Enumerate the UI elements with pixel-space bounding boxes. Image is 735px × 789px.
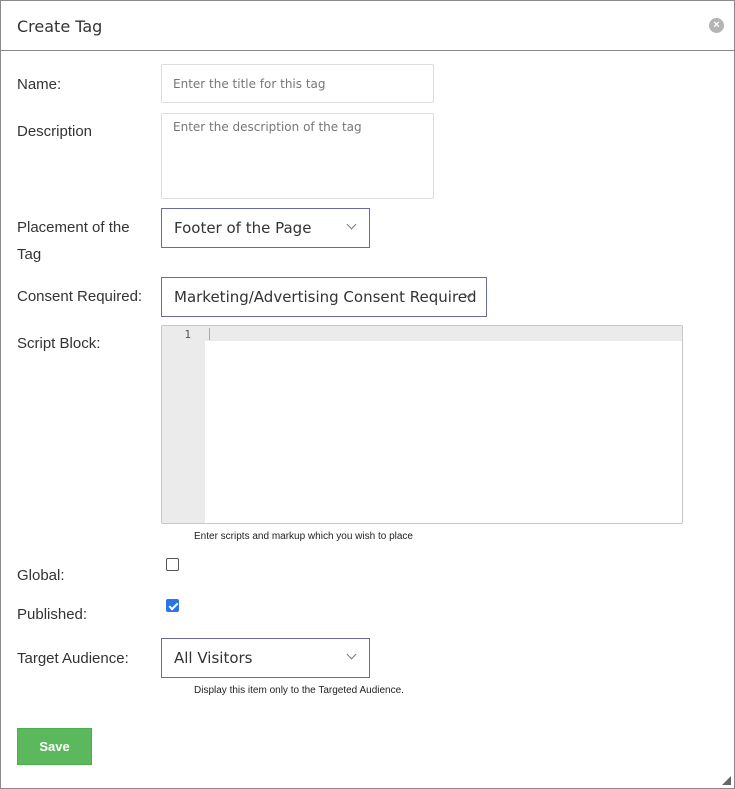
create-tag-dialog: Create Tag × Name: Description Placement… bbox=[0, 0, 735, 789]
published-checkbox[interactable] bbox=[166, 599, 179, 612]
text-cursor bbox=[209, 328, 210, 340]
active-line-highlight bbox=[205, 326, 682, 341]
line-number: 1 bbox=[184, 328, 191, 341]
consent-select[interactable]: Marketing/Advertising Consent Required bbox=[161, 277, 487, 317]
dialog-header: Create Tag × bbox=[1, 1, 734, 51]
resize-grip-icon[interactable] bbox=[722, 776, 731, 785]
description-label: Description bbox=[17, 123, 93, 140]
global-label: Global: bbox=[17, 567, 65, 584]
description-textarea[interactable] bbox=[161, 113, 434, 199]
close-icon[interactable]: × bbox=[709, 18, 724, 33]
chevron-down-icon bbox=[346, 219, 357, 230]
audience-selected-value: All Visitors bbox=[174, 649, 253, 667]
placement-label-line1: Placement of the bbox=[17, 219, 130, 236]
global-checkbox[interactable] bbox=[166, 558, 179, 571]
consent-label: Consent Required: bbox=[17, 288, 143, 305]
save-button[interactable]: Save bbox=[17, 728, 92, 765]
editor-gutter: 1 bbox=[162, 326, 205, 523]
name-input[interactable] bbox=[161, 64, 434, 103]
published-label: Published: bbox=[17, 606, 88, 623]
placement-selected-value: Footer of the Page bbox=[174, 219, 312, 237]
dialog-title: Create Tag bbox=[17, 17, 103, 36]
script-label: Script Block: bbox=[17, 335, 101, 352]
audience-help-text: Display this item only to the Targeted A… bbox=[194, 685, 404, 696]
audience-label: Target Audience: bbox=[17, 650, 129, 667]
placement-select[interactable]: Footer of the Page bbox=[161, 208, 370, 248]
script-help-text: Enter scripts and markup which you wish … bbox=[194, 531, 413, 542]
consent-selected-value: Marketing/Advertising Consent Required bbox=[174, 288, 477, 306]
name-label: Name: bbox=[17, 76, 62, 93]
audience-select[interactable]: All Visitors bbox=[161, 638, 370, 678]
chevron-down-icon bbox=[346, 649, 357, 660]
script-editor[interactable]: 1 bbox=[161, 325, 683, 524]
placement-label-line2: Tag bbox=[17, 246, 42, 263]
